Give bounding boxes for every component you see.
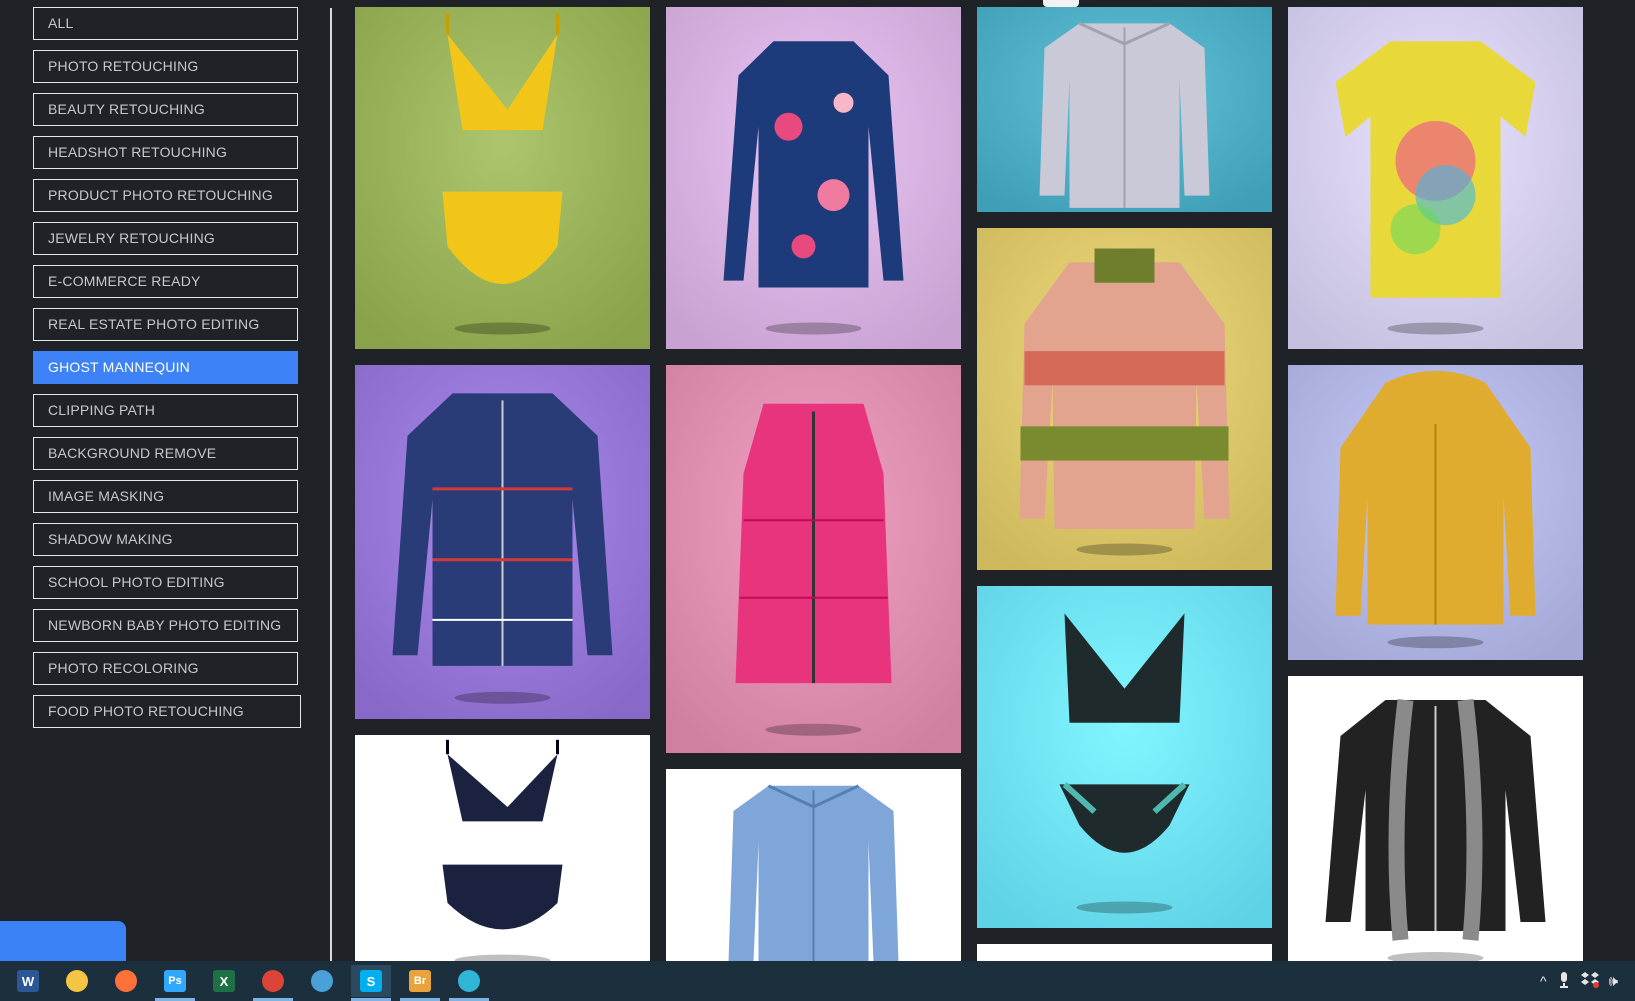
category-newborn-baby-photo-editing[interactable]: NEWBORN BABY PHOTO EDITING xyxy=(33,609,298,642)
tie-dye-tshirt-photo-graphic xyxy=(1288,7,1583,349)
category-background-remove[interactable]: BACKGROUND REMOVE xyxy=(33,437,298,470)
category-school-photo-editing[interactable]: SCHOOL PHOTO EDITING xyxy=(33,566,298,599)
plaid-shirt-photo-graphic xyxy=(977,7,1272,212)
skype-icon-glyph: S xyxy=(360,970,382,992)
dropbox-icon[interactable] xyxy=(1580,971,1599,991)
yellow-fur-hoodie-photo[interactable] xyxy=(1288,365,1583,660)
firefox-icon-glyph xyxy=(115,970,137,992)
sidebar-divider xyxy=(330,8,332,961)
chrome-icon-glyph xyxy=(262,970,284,992)
volume-icon[interactable]: 🕪 xyxy=(1609,973,1618,990)
windows-taskbar: W Ps X S Br ^ 🕪 xyxy=(0,961,1635,1001)
excel-icon[interactable]: X xyxy=(204,965,244,997)
skype-icon[interactable]: S xyxy=(351,965,391,1001)
striped-sweater-photo[interactable] xyxy=(977,228,1272,570)
microphone-icon[interactable] xyxy=(1559,971,1569,991)
category-headshot-retouching[interactable]: HEADSHOT RETOUCHING xyxy=(33,136,298,169)
pink-puffer-vest-photo[interactable] xyxy=(666,365,961,753)
partial-photo-graphic xyxy=(977,944,1272,961)
floral-bodysuit-photo[interactable] xyxy=(666,7,961,349)
chat-widget-tab[interactable] xyxy=(0,921,126,961)
tie-dye-tshirt-photo[interactable] xyxy=(1288,7,1583,349)
fur-trim-coat-photo-graphic xyxy=(1288,676,1583,961)
yellow-bikini-photo-graphic xyxy=(355,7,650,349)
tray-chevron-icon[interactable]: ^ xyxy=(1540,973,1547,989)
photoshop-icon-glyph: Ps xyxy=(164,970,186,992)
portfolio-gallery xyxy=(355,7,1595,961)
category-jewelry-retouching[interactable]: JEWELRY RETOUCHING xyxy=(33,222,298,255)
striped-sweater-photo-graphic xyxy=(977,228,1272,570)
partial-photo[interactable] xyxy=(977,944,1272,961)
plaid-shirt-photo[interactable] xyxy=(977,7,1272,212)
category-product-photo-retouching[interactable]: PRODUCT PHOTO RETOUCHING xyxy=(33,179,298,212)
category-beauty-retouching[interactable]: BEAUTY RETOUCHING xyxy=(33,93,298,126)
lace-lingerie-photo[interactable] xyxy=(977,586,1272,928)
yellow-bikini-photo[interactable] xyxy=(355,7,650,349)
category-ghost-mannequin[interactable]: GHOST MANNEQUIN xyxy=(33,351,298,384)
category-all[interactable]: ALL xyxy=(33,7,298,40)
edge-icon-glyph xyxy=(458,970,480,992)
scroll-top-marker xyxy=(1043,0,1079,7)
bridge-icon-glyph: Br xyxy=(409,970,431,992)
edge-icon[interactable] xyxy=(449,965,489,1001)
word-icon-glyph: W xyxy=(17,970,39,992)
blue-shirt-photo[interactable] xyxy=(666,769,961,961)
pink-puffer-vest-photo-graphic xyxy=(666,365,961,753)
firefox-icon[interactable] xyxy=(106,965,146,997)
lace-lingerie-photo-graphic xyxy=(977,586,1272,928)
polka-dot-bikini-photo[interactable] xyxy=(355,735,650,961)
chrome-icon[interactable] xyxy=(253,965,293,1001)
category-food-photo-retouching[interactable]: FOOD PHOTO RETOUCHING xyxy=(33,695,301,728)
category-shadow-making[interactable]: SHADOW MAKING xyxy=(33,523,298,556)
word-icon[interactable]: W xyxy=(8,965,48,997)
bridge-icon[interactable]: Br xyxy=(400,965,440,1001)
category-photo-retouching[interactable]: PHOTO RETOUCHING xyxy=(33,50,298,83)
photoshop-icon[interactable]: Ps xyxy=(155,965,195,1001)
excel-icon-glyph: X xyxy=(213,970,235,992)
polka-dot-bikini-photo-graphic xyxy=(355,735,650,961)
blue-shirt-photo-graphic xyxy=(666,769,961,961)
system-tray: ^ 🕪 xyxy=(1540,961,1618,1001)
photos-icon[interactable] xyxy=(302,965,342,997)
category-clipping-path[interactable]: CLIPPING PATH xyxy=(33,394,298,427)
category-ecommerce-ready[interactable]: E-COMMERCE READY xyxy=(33,265,298,298)
category-image-masking[interactable]: IMAGE MASKING xyxy=(33,480,298,513)
category-photo-recoloring[interactable]: PHOTO RECOLORING xyxy=(33,652,298,685)
plaid-puffer-jacket-photo[interactable] xyxy=(355,365,650,719)
plaid-puffer-jacket-photo-graphic xyxy=(355,365,650,719)
app-window: ALL PHOTO RETOUCHING BEAUTY RETOUCHING H… xyxy=(0,0,1635,1001)
floral-bodysuit-photo-graphic xyxy=(666,7,961,349)
category-sidebar: ALL PHOTO RETOUCHING BEAUTY RETOUCHING H… xyxy=(0,0,332,961)
yellow-fur-hoodie-photo-graphic xyxy=(1288,365,1583,660)
file-explorer-icon-glyph xyxy=(66,970,88,992)
category-real-estate-photo-editing[interactable]: REAL ESTATE PHOTO EDITING xyxy=(33,308,298,341)
fur-trim-coat-photo[interactable] xyxy=(1288,676,1583,961)
file-explorer-icon[interactable] xyxy=(57,965,97,997)
photos-icon-glyph xyxy=(311,970,333,992)
